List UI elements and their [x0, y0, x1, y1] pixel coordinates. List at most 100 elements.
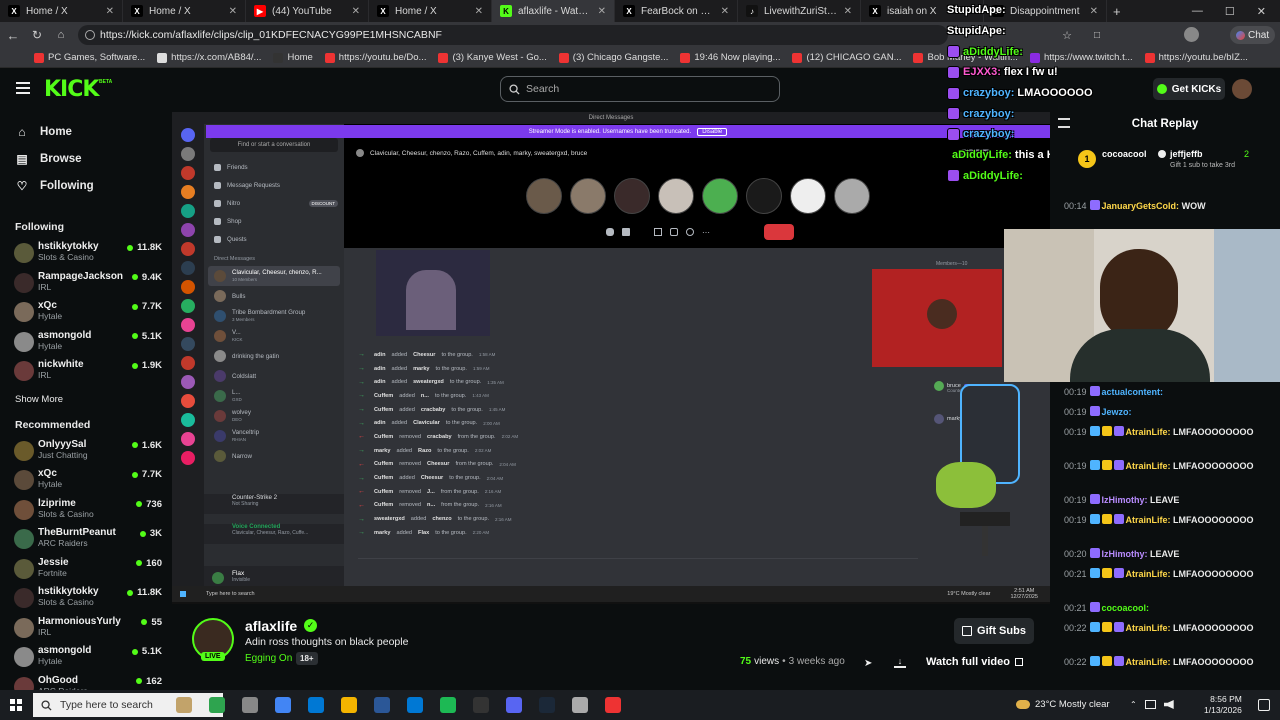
chat-profile-button[interactable]: Chat [1230, 26, 1276, 44]
call-participant-avatar[interactable] [658, 178, 694, 214]
watch-full-video-button[interactable]: Watch full video [926, 656, 1023, 668]
spotify-icon[interactable] [440, 697, 456, 713]
gift-subs-button[interactable]: Gift Subs [954, 618, 1034, 644]
bookmark-item[interactable]: 19:46 Now playing... [680, 52, 780, 63]
dm-nav-item[interactable]: Quests [204, 230, 344, 248]
server-icon[interactable] [181, 299, 195, 313]
close-tab-icon[interactable]: ✕ [721, 6, 729, 17]
obs-icon[interactable] [473, 697, 489, 713]
channel-item[interactable]: TheBurntPeanut ARC Raiders 3K [0, 524, 172, 554]
server-icon[interactable] [181, 432, 195, 446]
maximize-icon[interactable]: ☐ [1225, 5, 1235, 18]
browser-tab[interactable]: X Home / X ✕ [0, 0, 123, 22]
server-icon[interactable] [181, 375, 195, 389]
server-icon[interactable] [181, 128, 195, 142]
notifications-icon[interactable] [1258, 699, 1270, 711]
volume-icon[interactable] [1163, 700, 1174, 709]
channel-item[interactable]: Jessie Fortnite 160 [0, 554, 172, 584]
server-icon[interactable] [181, 204, 195, 218]
channel-item[interactable]: xQc Hytale 7.7K [0, 297, 172, 327]
clip-video-player[interactable]: Direct Messages Find or start a conversa… [172, 112, 1050, 604]
nav-home[interactable]: ⌂ Home [0, 118, 172, 145]
clip-category[interactable]: Egging On [245, 653, 292, 664]
channel-name[interactable]: aflaxlife [245, 618, 297, 634]
dm-nav-item[interactable]: Friends [204, 158, 344, 176]
chat-username[interactable]: AtrainLife: [1126, 623, 1171, 633]
server-icon[interactable] [181, 394, 195, 408]
kick-logo[interactable]: KICK [44, 77, 99, 102]
bookmark-item[interactable]: Home [273, 52, 313, 63]
chat-username[interactable]: cocoacool: [1102, 603, 1150, 613]
new-tab-icon[interactable]: + [1113, 4, 1121, 19]
channel-item[interactable]: lziprime Slots & Casino 736 [0, 495, 172, 525]
channel-item[interactable]: nickwhite IRL 1.9K [0, 356, 172, 386]
close-tab-icon[interactable]: ✕ [475, 6, 483, 17]
collapse-chat-icon[interactable] [1058, 118, 1070, 128]
close-tab-icon[interactable]: ✕ [844, 6, 852, 17]
server-icon[interactable] [181, 318, 195, 332]
chat-username[interactable]: AtrainLife: [1126, 569, 1171, 579]
url-field[interactable]: https://kick.com/aflaxlife/clips/clip_01… [78, 25, 948, 45]
search-input[interactable]: Search [500, 76, 780, 102]
channel-item[interactable]: HarmoniousYurly IRL 55 [0, 613, 172, 643]
dm-conversation[interactable]: Narrow [204, 446, 344, 466]
close-tab-icon[interactable]: ✕ [229, 6, 237, 17]
dm-conversation[interactable]: Vanceltrip RHIAN [204, 426, 344, 446]
user-avatar[interactable] [1232, 79, 1252, 99]
steam-icon[interactable] [539, 697, 555, 713]
channel-item[interactable]: OnlyyySal Just Chatting 1.6K [0, 436, 172, 466]
bookmark-item[interactable]: PC Games, Software... [34, 52, 145, 63]
chat-username[interactable]: JanuaryGetsCold: [1102, 201, 1180, 211]
server-icon[interactable] [181, 280, 195, 294]
teams-icon[interactable] [209, 697, 225, 713]
more-options-icon[interactable]: ⋯ [702, 228, 712, 237]
store-icon[interactable] [374, 697, 390, 713]
channel-item[interactable]: xQc Hytale 7.7K [0, 465, 172, 495]
server-icon[interactable] [181, 356, 195, 370]
server-icon[interactable] [181, 242, 195, 256]
minimize-icon[interactable]: — [1192, 5, 1203, 18]
taskbar-search-input[interactable]: Type here to search [33, 693, 223, 717]
dm-conversation[interactable]: wolvey DEO [204, 406, 344, 426]
back-icon[interactable]: ← [6, 28, 20, 43]
task-view-icon[interactable] [242, 697, 258, 713]
recorder-icon[interactable] [605, 697, 621, 713]
find-conversation-input[interactable]: Find or start a conversation [210, 138, 338, 152]
download-icon[interactable]: ↓ [894, 656, 906, 668]
message-composer[interactable] [358, 558, 918, 574]
camera-icon[interactable] [622, 228, 630, 236]
call-participant-avatar[interactable] [614, 178, 650, 214]
get-kicks-button[interactable]: Get KICKs [1153, 78, 1225, 100]
copilot-icon[interactable] [275, 697, 291, 713]
dm-conversation[interactable]: Coldslatt [204, 366, 344, 386]
bookmark-item[interactable]: (12) CHICAGO GAN... [792, 52, 901, 63]
dm-conversation[interactable]: V... KICK [204, 326, 344, 346]
bookmark-item[interactable]: https://youtu.be/Do... [324, 52, 426, 63]
dm-conversation[interactable]: drinking the gatin [204, 346, 344, 366]
taskbar-weather[interactable]: 23°C Mostly clear [1016, 699, 1110, 710]
tray-chevron-icon[interactable]: ⌃ [1130, 700, 1137, 709]
dm-nav-item[interactable]: Shop [204, 212, 344, 230]
discord-icon[interactable] [506, 697, 522, 713]
site-info-icon[interactable] [85, 30, 95, 40]
windows-start-icon[interactable] [10, 699, 22, 711]
soundboard-icon[interactable] [686, 228, 694, 236]
server-icon[interactable] [181, 223, 195, 237]
chat-username[interactable]: actualcontent: [1102, 387, 1164, 397]
reload-icon[interactable]: ↻ [30, 28, 44, 42]
dm-nav-item[interactable]: Nitro DISCOUNT [204, 194, 344, 212]
dm-conversation[interactable]: Tribe Bombardment Group 3 Members [204, 306, 344, 326]
chat-username[interactable]: AtrainLife: [1126, 657, 1171, 667]
browser-tab[interactable]: ▶ (44) YouTube ✕ [246, 0, 369, 22]
dm-conversation[interactable]: Bulls [204, 286, 344, 306]
show-more-button[interactable]: Show More [0, 390, 172, 410]
channel-item[interactable]: RampageJackson IRL 9.4K [0, 268, 172, 298]
app-icon[interactable] [572, 697, 588, 713]
call-participant-avatar[interactable] [702, 178, 738, 214]
file-explorer-icon[interactable] [341, 697, 357, 713]
disable-streamer-mode-button[interactable]: Disable [697, 127, 728, 136]
profile-avatar-icon[interactable] [1184, 27, 1199, 42]
close-window-icon[interactable]: ✕ [1257, 5, 1266, 18]
chat-username[interactable]: IzHimothy: [1102, 549, 1148, 559]
dm-nav-item[interactable]: Message Requests [204, 176, 344, 194]
